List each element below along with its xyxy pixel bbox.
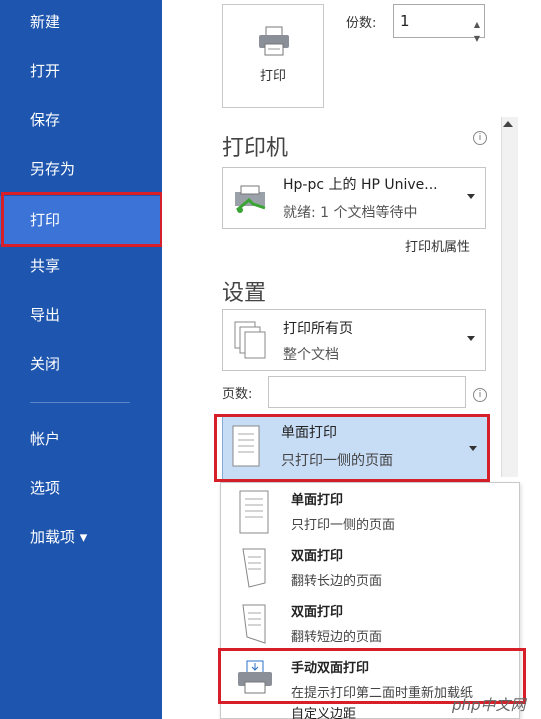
menu-item-title: 双面打印 (291, 549, 344, 564)
print-highlight-box (1, 192, 163, 247)
print-button[interactable]: 打印 (222, 4, 324, 108)
nav-open[interactable]: 打开 (0, 49, 162, 93)
printer-status-icon (235, 185, 266, 213)
menu-item-title: 自定义边距 (291, 707, 357, 719)
printer-icon (259, 26, 289, 56)
info-icon[interactable]: i (473, 388, 487, 402)
print-range-select[interactable]: 打印所有页 整个文档 (222, 309, 486, 371)
copies-input[interactable]: 1 ▲ ▼ (393, 4, 485, 43)
nav-share[interactable]: 共享 (0, 244, 162, 288)
nav-options[interactable]: 选项 (0, 466, 162, 510)
nav-divider (30, 402, 130, 403)
sides-highlight-box (214, 414, 490, 482)
menu-item-title: 双面打印 (291, 605, 344, 620)
menu-item-duplex-long[interactable]: 双面打印 翻转长边的页面 (221, 541, 519, 597)
menu-item-single-sided[interactable]: 单面打印 只打印一侧的页面 (221, 485, 519, 541)
copies-value: 1 (400, 12, 410, 30)
printer-select[interactable]: Hp-pc 上的 HP Unive... 就绪: 1 个文档等待中 (222, 167, 486, 229)
nav-close[interactable]: 关闭 (0, 342, 162, 386)
nav-save[interactable]: 保存 (0, 98, 162, 142)
pages-label: 页数: (222, 387, 253, 402)
printer-properties-link[interactable]: 打印机属性 (405, 236, 470, 255)
menu-item-subtitle: 翻转长边的页面 (291, 574, 383, 589)
scrollbar[interactable] (501, 117, 518, 477)
nav-save-as[interactable]: 另存为 (0, 147, 162, 191)
info-icon[interactable]: i (473, 131, 487, 145)
scroll-up-icon[interactable] (503, 121, 513, 127)
single-sided-icon (239, 490, 269, 534)
copies-label: 份数: (346, 16, 377, 31)
menu-item-subtitle: 只打印一侧的页面 (291, 518, 396, 533)
printer-heading: 打印机 (222, 136, 289, 161)
printer-status: 就绪: 1 个文档等待中 (283, 205, 418, 221)
print-range-title: 打印所有页 (283, 321, 353, 337)
chevron-down-icon (467, 194, 475, 199)
duplex-long-edge-icon (242, 548, 266, 588)
watermark: php中文网 (452, 696, 526, 714)
backstage-sidebar: 新建 打开 保存 另存为 打印 共享 导出 关闭 帐户 选项 加载项 ▾ (0, 0, 162, 719)
pages-input[interactable] (268, 376, 466, 408)
chevron-down-icon (467, 336, 475, 341)
nav-account[interactable]: 帐户 (0, 417, 162, 461)
nav-new[interactable]: 新建 (0, 0, 162, 44)
print-panel: 打印 份数: 1 ▲ ▼ 打印机 i Hp-pc 上的 HP Unive... … (162, 0, 541, 719)
nav-addins[interactable]: 加载项 ▾ (0, 515, 162, 559)
menu-item-subtitle: 翻转短边的页面 (291, 630, 383, 645)
spin-down-icon[interactable]: ▼ (474, 23, 480, 55)
settings-heading: 设置 (222, 281, 267, 306)
printer-name: Hp-pc 上的 HP Unive... (283, 177, 438, 193)
nav-export[interactable]: 导出 (0, 293, 162, 337)
print-range-subtitle: 整个文档 (283, 347, 339, 363)
duplex-short-edge-icon (242, 604, 266, 644)
menu-item-duplex-short[interactable]: 双面打印 翻转短边的页面 (221, 597, 519, 653)
pages-icon (234, 321, 266, 359)
menu-item-title: 单面打印 (291, 493, 344, 508)
print-button-label: 打印 (259, 69, 286, 84)
